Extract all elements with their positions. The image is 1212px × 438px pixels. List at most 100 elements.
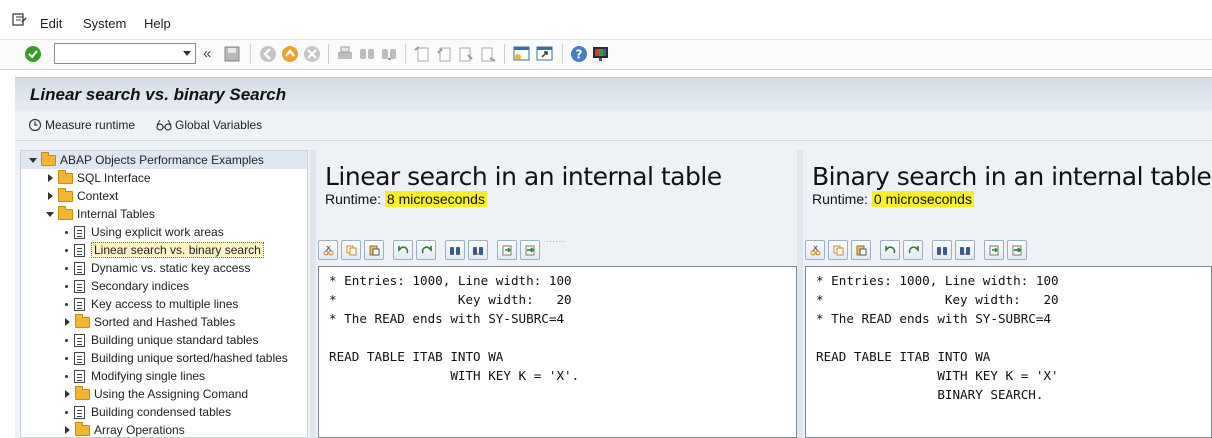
right-runtime: Runtime: 0 microseconds [812, 191, 974, 207]
copy-icon[interactable] [828, 240, 848, 260]
svg-text:?: ? [576, 48, 583, 62]
collapse-arrow-icon[interactable] [48, 174, 53, 182]
folder-icon [75, 313, 90, 328]
expand-arrow-icon[interactable] [46, 211, 54, 217]
redo-icon[interactable] [903, 240, 923, 260]
bullet [65, 356, 68, 360]
download-icon[interactable] [520, 240, 540, 260]
next-page-icon[interactable] [456, 44, 476, 64]
document-icon [74, 351, 85, 365]
find-next-icon[interactable] [379, 44, 399, 64]
collapse-icon[interactable]: « [203, 45, 223, 65]
application-toolbar: Measure runtime Global Variables [15, 111, 1212, 141]
find-icon[interactable] [445, 240, 465, 260]
left-code-editor[interactable]: * Entries: 1000, Line width: 100 * Key w… [318, 266, 797, 438]
menu-help[interactable]: Help [144, 16, 171, 31]
collapse-arrow-icon[interactable] [65, 318, 70, 326]
document-icon [74, 405, 85, 419]
bullet [65, 410, 68, 414]
menu-edit[interactable]: Edit [40, 16, 62, 31]
first-page-icon[interactable] [412, 44, 432, 64]
tree-item-label: ABAP Objects Performance Examples [60, 153, 264, 167]
copy-icon[interactable] [341, 240, 361, 260]
measure-runtime-button[interactable]: Measure runtime [28, 118, 135, 132]
load-local-file-icon[interactable] [984, 240, 1004, 260]
right-code-editor[interactable]: * Entries: 1000, Line width: 100 * Key w… [805, 266, 1212, 438]
cancel-icon[interactable] [302, 44, 322, 64]
paste-icon[interactable] [364, 240, 384, 260]
exit-icon[interactable] [280, 44, 300, 64]
navigation-tree[interactable]: ABAP Objects Performance Examples SQL In… [20, 150, 308, 438]
enter-icon[interactable] [23, 44, 43, 64]
create-session-icon[interactable] [512, 44, 532, 64]
customize-layout-icon[interactable] [591, 44, 611, 64]
tree-item-using-explicit-work-areas[interactable]: Using explicit work areas [65, 223, 224, 241]
tree-item-modifying-single-lines[interactable]: Modifying single lines [65, 367, 205, 385]
collapse-arrow-icon[interactable] [48, 192, 53, 200]
tree-item-context[interactable]: Context [46, 187, 118, 205]
previous-page-icon[interactable] [434, 44, 454, 64]
load-local-file-icon[interactable] [497, 240, 517, 260]
tree-item-key-access-to-multiple-lines[interactable]: Key access to multiple lines [65, 295, 238, 313]
title-bar: Linear search vs. binary Search [15, 77, 1212, 111]
redo-icon[interactable] [416, 240, 436, 260]
folder-icon [75, 385, 90, 400]
separator [405, 44, 406, 64]
print-icon[interactable] [335, 44, 355, 64]
bullet [65, 338, 68, 342]
find-icon[interactable] [357, 44, 377, 64]
menu-icon[interactable] [12, 12, 28, 28]
document-icon [74, 243, 85, 257]
find-icon[interactable] [932, 240, 952, 260]
right-editor-toolbar [805, 240, 1027, 264]
tree-item-sql-interface[interactable]: SQL Interface [46, 169, 151, 187]
tree-item-using-the-assigning-comand[interactable]: Using the Assigning Comand [63, 385, 248, 403]
global-variables-button[interactable]: Global Variables [156, 118, 262, 132]
tree-item-dynamic-vs-static-key-access[interactable]: Dynamic vs. static key access [65, 259, 250, 277]
last-page-icon[interactable] [478, 44, 498, 64]
menu-bar: Edit System Help [0, 0, 1212, 40]
tree-item-abap-objects-performance-examples[interactable]: ABAP Objects Performance Examples [29, 151, 264, 169]
tree-item-label: Sorted and Hashed Tables [94, 315, 236, 329]
save-icon[interactable] [222, 44, 242, 64]
paste-icon[interactable] [851, 240, 871, 260]
tree-item-label: Modifying single lines [91, 369, 206, 383]
left-panel-header: Linear search in an internal table Runti… [316, 150, 797, 244]
tree-item-building-unique-standard-tables[interactable]: Building unique standard tables [65, 331, 258, 349]
tree-item-label: Dynamic vs. static key access [91, 261, 251, 275]
help-icon[interactable]: ? [569, 44, 589, 64]
shortcut-icon[interactable] [535, 44, 555, 64]
tree-item-secondary-indices[interactable]: Secondary indices [65, 277, 189, 295]
cut-icon[interactable] [805, 240, 825, 260]
download-icon[interactable] [1007, 240, 1027, 260]
left-panel-title: Linear search in an internal table [325, 162, 722, 191]
clock-icon [28, 118, 42, 132]
chevron-down-icon[interactable] [183, 51, 191, 56]
find-next-icon[interactable] [955, 240, 975, 260]
expand-arrow-icon[interactable] [29, 157, 37, 163]
command-field[interactable] [54, 43, 196, 64]
undo-icon[interactable] [393, 240, 413, 260]
folder-icon [58, 169, 73, 184]
runtime-label: Runtime: [325, 191, 382, 207]
tree-item-label: Building condensed tables [91, 405, 232, 419]
back-icon[interactable] [258, 44, 278, 64]
collapse-arrow-icon[interactable] [65, 390, 70, 398]
runtime-label: Runtime: [812, 191, 869, 207]
find-next-icon[interactable] [468, 240, 488, 260]
tree-item-building-unique-sorted-hashed-tables[interactable]: Building unique sorted/hashed tables [65, 349, 288, 367]
tree-item-sorted-and-hashed-tables[interactable]: Sorted and Hashed Tables [63, 313, 235, 331]
cut-icon[interactable] [318, 240, 338, 260]
folder-icon [41, 151, 56, 166]
tree-item-label: Array Operations [94, 423, 185, 437]
menu-system[interactable]: System [83, 16, 126, 31]
tree-item-building-condensed-tables[interactable]: Building condensed tables [65, 403, 231, 421]
undo-icon[interactable] [880, 240, 900, 260]
splitter-grip-icon[interactable]: ...... [546, 235, 565, 244]
tree-item-linear-search-vs-binary-search[interactable]: Linear search vs. binary search [65, 241, 264, 259]
tree-item-array-operations[interactable]: Array Operations [63, 421, 185, 437]
system-toolbar: « ? [0, 40, 1212, 70]
glasses-icon [156, 119, 172, 131]
collapse-arrow-icon[interactable] [65, 426, 70, 434]
tree-item-internal-tables[interactable]: Internal Tables [46, 205, 155, 223]
